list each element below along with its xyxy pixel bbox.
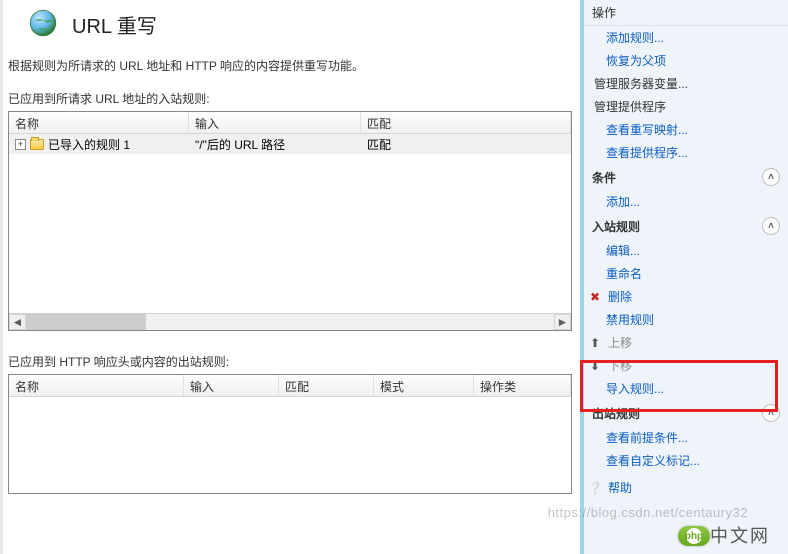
rule-input: "/"后的 URL 路径 <box>189 134 361 155</box>
outbound-rules-group[interactable]: 出站规则 ˄ <box>584 400 788 426</box>
col-input[interactable]: 输入 <box>189 112 361 133</box>
view-rewrite-maps-link[interactable]: 查看重写映射... <box>584 118 788 141</box>
view-custom-tags-link[interactable]: 查看自定义标记... <box>584 449 788 472</box>
folder-icon <box>30 139 44 150</box>
table-row[interactable]: + 已导入的规则 1 "/"后的 URL 路径 匹配 <box>9 134 571 154</box>
move-up-link: ⬆ 上移 <box>584 331 788 354</box>
arrow-down-icon: ⬇ <box>588 359 602 373</box>
rule-match: 匹配 <box>361 134 571 155</box>
rule-name: 已导入的规则 1 <box>48 136 130 153</box>
view-providers-link[interactable]: 查看提供程序... <box>584 141 788 164</box>
conditions-group[interactable]: 条件 ˄ <box>584 164 788 190</box>
delete-icon: ✖ <box>588 290 602 304</box>
outbound-grid-header: 名称 输入 匹配 模式 操作类 <box>9 375 571 397</box>
scroll-thumb[interactable] <box>26 314 146 330</box>
watermark-text: https://blog.csdn.net/centaury32 <box>548 505 748 520</box>
col-name[interactable]: 名称 <box>9 375 184 396</box>
import-rules-link[interactable]: 导入规则... <box>584 377 788 400</box>
rename-rule-link[interactable]: 重命名 <box>584 262 788 285</box>
url-rewrite-icon <box>26 6 60 43</box>
php-logo-badge: php <box>678 526 710 546</box>
outbound-rules-grid[interactable]: 名称 输入 匹配 模式 操作类 <box>8 374 572 494</box>
disable-rule-link[interactable]: 禁用规则 <box>584 308 788 331</box>
php-icon: php <box>686 528 702 544</box>
sidebar-title: 操作 <box>584 0 788 26</box>
inbound-rules-label: 已应用到所请求 URL 地址的入站规则: <box>8 90 572 107</box>
col-optype[interactable]: 操作类 <box>474 375 571 396</box>
page-title: URL 重写 <box>72 10 157 39</box>
arrow-up-icon: ⬆ <box>588 336 602 350</box>
delete-rule-link[interactable]: ✖ 删除 <box>584 285 788 308</box>
revert-parent-link[interactable]: 恢复为父项 <box>584 49 788 72</box>
horizontal-scrollbar[interactable]: ◄ ► <box>9 313 571 330</box>
help-link[interactable]: ❔ 帮助 <box>584 476 788 499</box>
expand-icon[interactable]: + <box>15 139 26 150</box>
scroll-right-icon[interactable]: ► <box>554 314 571 330</box>
actions-sidebar: 操作 添加规则... 恢复为父项 管理服务器变量... 管理提供程序 查看重写映… <box>580 0 788 554</box>
chevron-up-icon[interactable]: ˄ <box>762 404 780 422</box>
manage-server-vars-link[interactable]: 管理服务器变量... <box>584 72 788 95</box>
page-description: 根据规则为所请求的 URL 地址和 HTTP 响应的内容提供重写功能。 <box>8 57 572 74</box>
col-match[interactable]: 匹配 <box>279 375 374 396</box>
col-name[interactable]: 名称 <box>9 112 189 133</box>
help-icon: ❔ <box>588 481 602 495</box>
add-rule-link[interactable]: 添加规则... <box>584 26 788 49</box>
view-preconditions-link[interactable]: 查看前提条件... <box>584 426 788 449</box>
edit-rule-link[interactable]: 编辑... <box>584 239 788 262</box>
inbound-grid-header: 名称 输入 匹配 <box>9 112 571 134</box>
col-mode[interactable]: 模式 <box>374 375 474 396</box>
move-down-link: ⬇ 下移 <box>584 354 788 377</box>
add-condition-link[interactable]: 添加... <box>584 190 788 213</box>
outbound-rules-label: 已应用到 HTTP 响应头或内容的出站规则: <box>8 353 572 370</box>
col-match[interactable]: 匹配 <box>361 112 571 133</box>
site-name: 中文网 <box>710 522 770 548</box>
manage-providers-label: 管理提供程序 <box>584 95 788 118</box>
col-input[interactable]: 输入 <box>184 375 279 396</box>
chevron-up-icon[interactable]: ˄ <box>762 168 780 186</box>
inbound-rules-grid[interactable]: 名称 输入 匹配 + 已导入的规则 1 "/"后的 URL 路径 匹配 ◄ <box>8 111 572 331</box>
chevron-up-icon[interactable]: ˄ <box>762 217 780 235</box>
scroll-left-icon[interactable]: ◄ <box>9 314 26 330</box>
inbound-rules-group[interactable]: 入站规则 ˄ <box>584 213 788 239</box>
